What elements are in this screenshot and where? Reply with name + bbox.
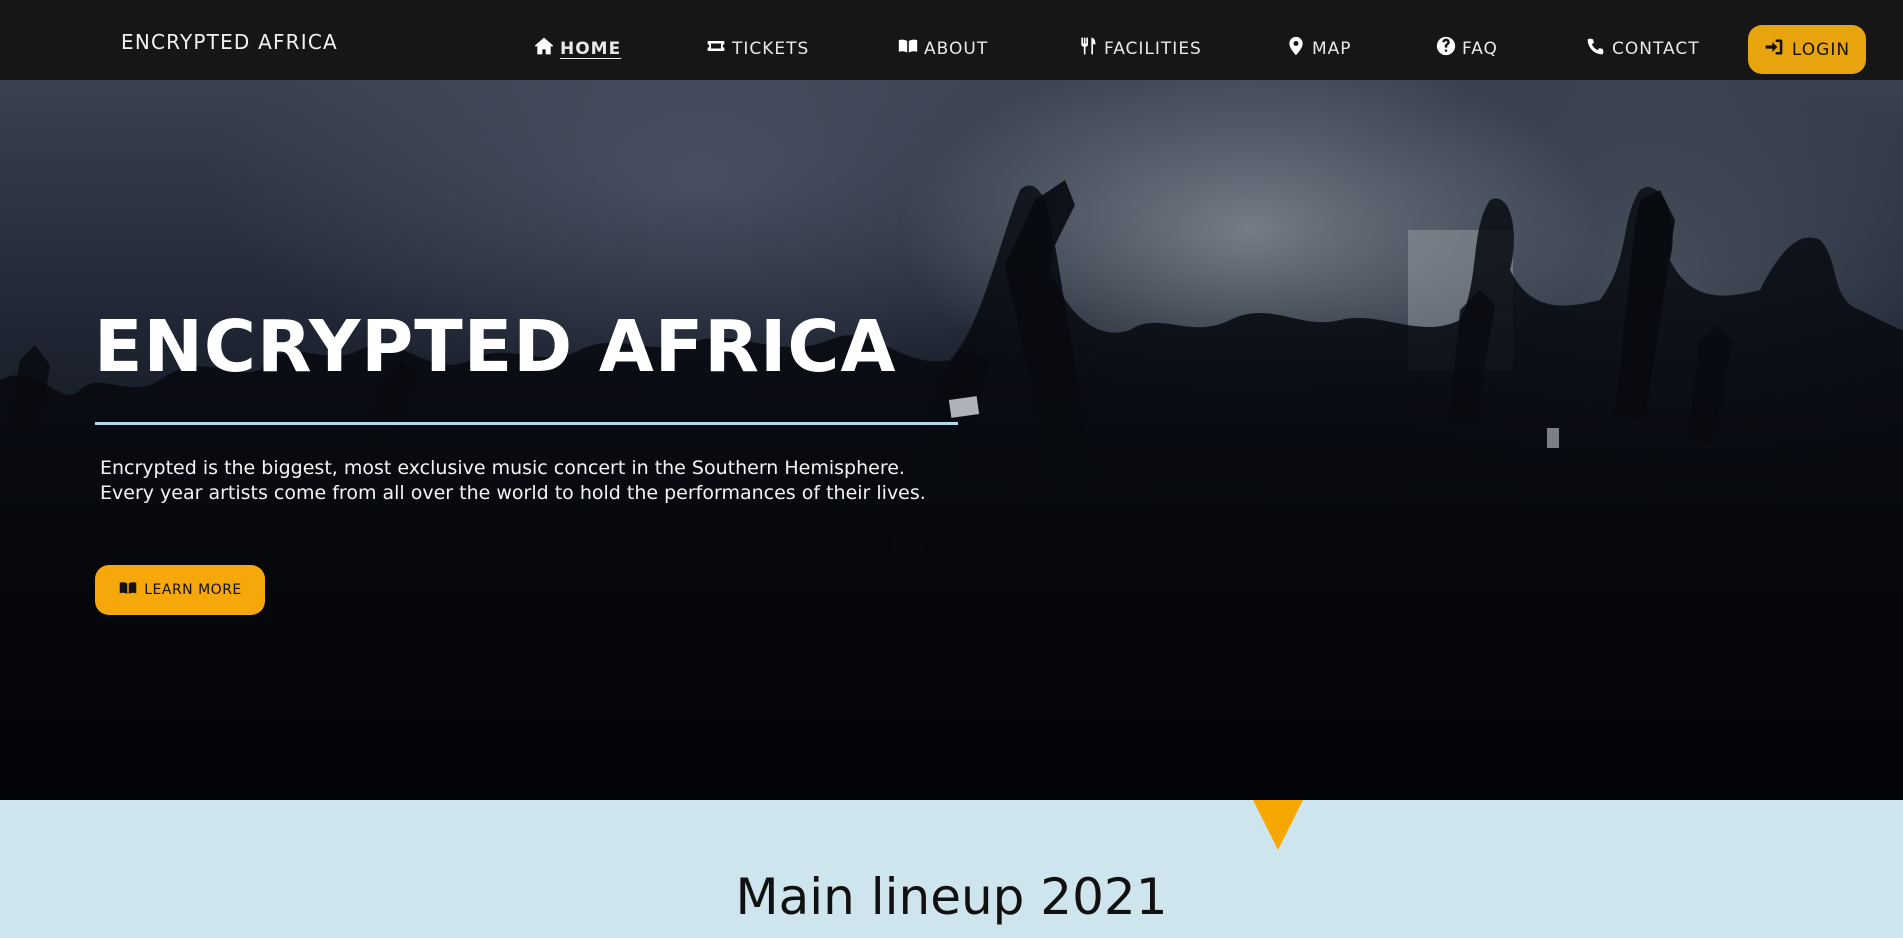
- nav-item-about[interactable]: ABOUT: [898, 36, 988, 61]
- login-button[interactable]: LOGIN: [1748, 25, 1866, 74]
- nav-item-label: MAP: [1312, 38, 1352, 59]
- nav-item-label: HOME: [560, 38, 622, 59]
- learn-more-button[interactable]: LEARN MORE: [95, 565, 265, 615]
- nav-item-faq[interactable]: FAQ: [1436, 36, 1498, 61]
- down-arrow-indicator: [1253, 800, 1303, 850]
- sign-in-icon: [1764, 37, 1784, 62]
- hero-description-line: Encrypted is the biggest, most exclusive…: [100, 457, 905, 479]
- nav-item-facilities[interactable]: FACILITIES: [1078, 36, 1202, 61]
- map-marker-icon: [1286, 36, 1306, 61]
- question-circle-icon: [1436, 36, 1456, 61]
- home-icon: [534, 36, 554, 61]
- login-label: LOGIN: [1791, 39, 1851, 60]
- hero-description: Encrypted is the biggest, most exclusive…: [100, 456, 1000, 506]
- nav-item-label: CONTACT: [1612, 38, 1700, 59]
- nav-item-label: ABOUT: [924, 38, 989, 59]
- ticket-icon: [706, 36, 726, 61]
- concert-crowd-image: [0, 180, 1903, 800]
- lineup-title: Main lineup 2021: [735, 868, 1168, 926]
- hero-divider: [95, 422, 958, 425]
- nav-item-map[interactable]: MAP: [1286, 36, 1352, 61]
- main-nav: HOME TICKETS ABOUT FACILITIES MAP FAQ CO…: [0, 0, 1903, 80]
- nav-item-home[interactable]: HOME: [534, 36, 621, 61]
- nav-item-label: FAQ: [1462, 38, 1498, 59]
- book-open-icon: [118, 579, 138, 601]
- utensils-icon: [1078, 36, 1098, 61]
- learn-more-label: LEARN MORE: [144, 582, 242, 598]
- nav-item-label: FACILITIES: [1104, 38, 1202, 59]
- lineup-section: Main lineup 2021: [0, 800, 1903, 938]
- nav-item-tickets[interactable]: TICKETS: [706, 36, 809, 61]
- hero-title: ENCRYPTED AFRICA: [94, 305, 897, 388]
- hero-section: ENCRYPTED AFRICA Encrypted is the bigges…: [0, 80, 1903, 800]
- nav-item-contact[interactable]: CONTACT: [1586, 36, 1700, 61]
- hero-description-line: Every year artists come from all over th…: [100, 482, 926, 504]
- phone-icon: [1586, 36, 1606, 61]
- top-navbar: ENCRYPTED AFRICA HOME TICKETS ABOUT FACI…: [0, 0, 1903, 80]
- book-open-icon: [898, 36, 918, 61]
- nav-item-label: TICKETS: [732, 38, 810, 59]
